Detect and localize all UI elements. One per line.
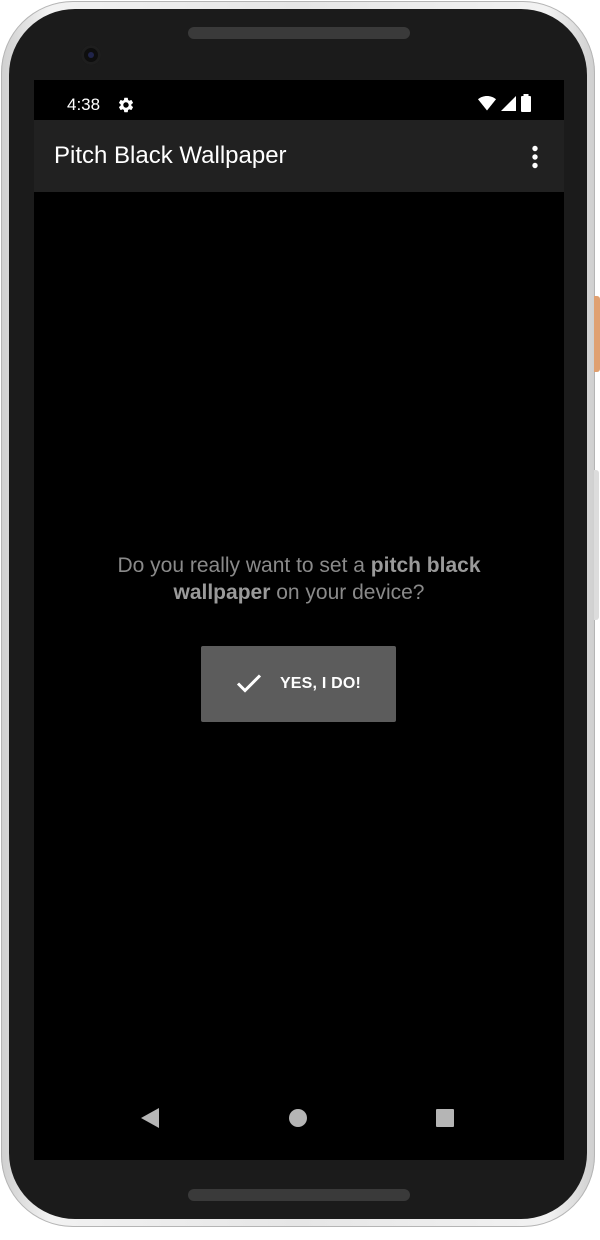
more-vert-icon[interactable] <box>522 140 548 174</box>
home-icon[interactable] <box>278 1102 318 1134</box>
volume-rocker[interactable] <box>594 470 599 620</box>
app-title: Pitch Black Wallpaper <box>54 142 287 169</box>
cellular-signal-icon <box>500 95 516 116</box>
confirm-set-wallpaper-button[interactable]: YES, I DO! <box>201 646 396 722</box>
device-screen: 4:38 Pitch Black Wallpaper Do you really… <box>34 80 564 1160</box>
app-toolbar: Pitch Black Wallpaper <box>34 120 564 192</box>
front-camera <box>81 45 101 65</box>
back-icon[interactable] <box>130 1102 170 1134</box>
confirm-button-label: YES, I DO! <box>279 675 362 692</box>
system-navigation-bar <box>34 1080 564 1156</box>
status-time: 4:38 <box>67 95 101 114</box>
settings-gear-icon <box>117 96 135 114</box>
wifi-icon <box>478 95 496 116</box>
bottom-speaker <box>188 1189 410 1201</box>
status-bar: 4:38 <box>34 80 564 120</box>
recents-icon[interactable] <box>425 1102 465 1134</box>
status-icons <box>478 93 532 117</box>
check-icon <box>236 673 262 696</box>
earpiece-speaker <box>188 27 410 39</box>
prompt-text-end: on your device? <box>270 581 425 604</box>
confirmation-prompt: Do you really want to set a pitch black … <box>99 552 499 606</box>
power-button[interactable] <box>594 296 600 372</box>
battery-icon <box>520 93 532 117</box>
prompt-text-start: Do you really want to set a <box>117 554 371 577</box>
